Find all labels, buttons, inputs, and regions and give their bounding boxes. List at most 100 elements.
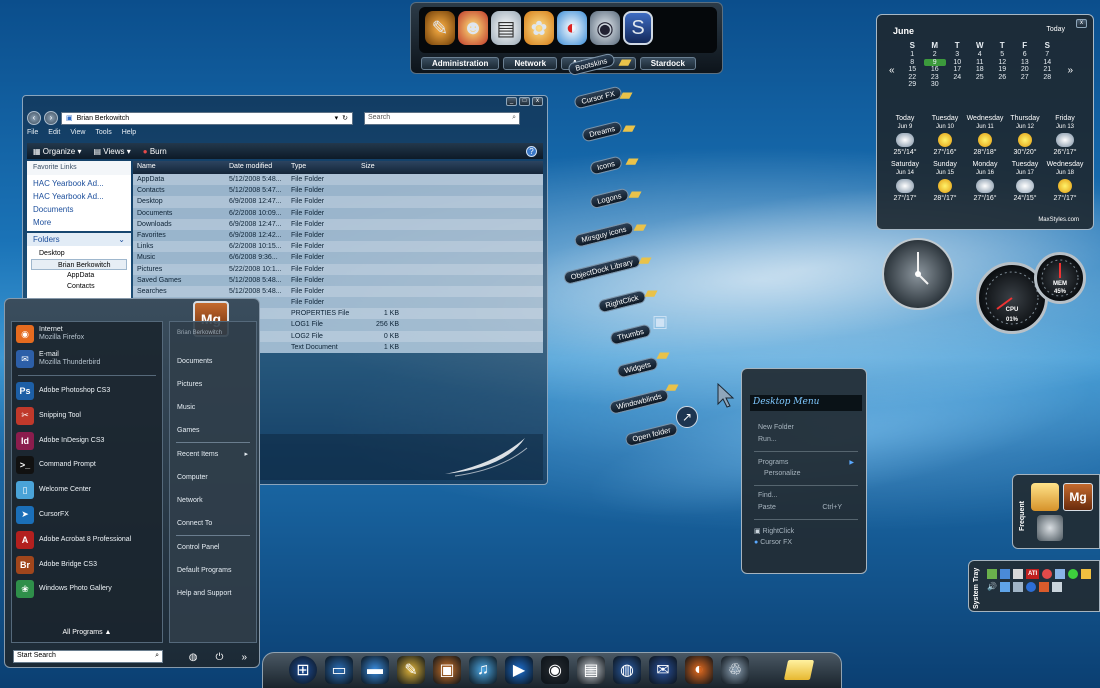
folders-header[interactable]: Folders ⌄ [27,233,131,246]
tray-icon[interactable] [1068,569,1079,579]
table-row[interactable]: Desktop 6/9/2008 12:47... File Folder [133,196,543,208]
start-right-item[interactable]: Music [170,396,256,419]
menu-file[interactable]: File [27,129,38,136]
volume-icon[interactable]: 🔊 [987,582,997,592]
fav-link-more[interactable]: More [33,216,125,229]
calendar-day[interactable]: 26 [991,74,1014,82]
fan-item-label[interactable]: Mirsguy icons [573,220,635,249]
folder-icon[interactable]: ▰ [653,345,673,365]
stardock-icon[interactable]: S [623,11,653,45]
forward-button[interactable]: › [44,111,58,125]
frequent-item-icon[interactable]: Mg [1063,483,1093,511]
start-right-item[interactable]: Recent Items ▸ [170,443,256,466]
folder-icon[interactable]: ▰ [625,184,645,204]
refresh-icon[interactable]: ↻ [342,114,348,122]
menu-edit[interactable]: Edit [48,129,60,136]
calendar-day[interactable]: 10 [946,59,969,67]
start-right-item[interactable]: Documents [170,350,256,373]
tree-item[interactable]: Contacts [31,281,127,292]
pencil-icon[interactable]: ✎ [397,656,425,684]
calendar-day[interactable]: 18 [969,66,992,74]
start-right-item[interactable]: Help and Support [170,582,256,605]
fan-item-label[interactable]: Open folder [624,421,679,448]
menu-item-new-folder[interactable]: New Folder [758,424,794,431]
menu-item-cursorfx[interactable]: ● Cursor FX [754,539,792,546]
views-button[interactable]: ▤ Views ▾ [94,147,131,156]
column-size[interactable]: Size [357,161,403,174]
start-orb-icon[interactable]: ⊞ [289,656,317,684]
tray-icon[interactable] [999,582,1010,592]
menu-item-programs[interactable]: Programs [758,459,788,466]
table-row[interactable]: AppData 5/12/2008 5:48... File Folder [133,174,543,186]
program-item[interactable]: >_ Command Prompt [12,453,162,478]
fan-item-label[interactable]: RightClick [597,289,647,314]
pen-tool-icon[interactable]: ✎ [425,11,455,45]
tray-icon[interactable] [1012,582,1023,592]
start-right-item[interactable]: Connect To [170,512,256,535]
thunderbird-icon[interactable]: ✉ [649,656,677,684]
start-right-item[interactable]: Default Programs [170,559,256,582]
documents-icon[interactable]: ▤ [491,11,521,45]
fan-item-label[interactable]: Thumbs [609,323,653,346]
power-icon[interactable]: ⏻ [216,652,224,663]
folder-icon[interactable]: ▰ [662,377,682,397]
minimize-button[interactable]: _ [506,97,517,106]
menu-view[interactable]: View [70,129,85,136]
program-item[interactable]: Ps Adobe Photoshop CS3 [12,379,162,404]
program-item[interactable]: ▯ Welcome Center [12,478,162,503]
folder-icon[interactable]: ▰ [641,283,661,303]
table-row[interactable]: Pictures 5/22/2008 10:1... File Folder [133,263,543,275]
table-row[interactable]: Contacts 5/12/2008 5:47... File Folder [133,185,543,197]
start-right-item[interactable]: Control Panel [170,536,256,559]
folder-icon[interactable] [783,660,815,680]
start-right-item[interactable]: Network [170,489,256,512]
globe-icon[interactable]: ◍ [613,656,641,684]
previous-month-button[interactable]: « [889,65,895,76]
sleep-icon[interactable]: ◍ [189,652,198,663]
calendar-day[interactable]: 12 [991,59,1014,67]
calendar-day[interactable]: 2 [924,51,947,59]
calendar-day[interactable]: 14 [1036,59,1059,67]
calendar-day[interactable]: 28 [1036,74,1059,82]
tab-stardock[interactable]: Stardock [639,57,696,70]
credit-text[interactable]: MaxStyles.com [1038,217,1079,223]
calendar-day[interactable]: 13 [1014,59,1037,67]
program-item[interactable]: Id Adobe InDesign CS3 [12,428,162,453]
maximize-button[interactable]: □ [519,97,530,106]
tray-icon[interactable] [1051,582,1062,592]
menu-item-find[interactable]: Find... [758,492,777,499]
folder-icon[interactable]: ▰ [630,217,650,237]
back-button[interactable]: ‹ [27,111,41,125]
close-button[interactable]: x [532,97,543,106]
program-item[interactable]: ◉ Internet Mozilla Firefox [12,322,162,347]
tray-icon[interactable] [1013,569,1023,579]
burn-button[interactable]: ● Burn [143,147,167,156]
today-button[interactable]: Today [1046,26,1065,33]
calendar-day[interactable]: 22 [901,74,924,82]
firefox-icon[interactable]: ◐ [685,656,713,684]
thumbs-icon[interactable]: ▣ [650,312,670,332]
media-player-icon[interactable]: ▶ [505,656,533,684]
table-row[interactable]: Favorites 6/9/2008 12:42... File Folder [133,229,543,242]
folder-icon[interactable]: ▰ [622,151,642,171]
calendar-day[interactable]: 15 [901,66,924,74]
chevron-right-icon[interactable]: » [241,652,247,663]
table-row[interactable]: Downloads 6/9/2008 12:47... File Folder [133,218,543,230]
column-name[interactable]: Name [133,161,225,174]
table-row[interactable]: Saved Games 5/12/2008 5:48... File Folder [133,274,543,286]
calendar-day[interactable]: 25 [969,74,992,82]
tray-icon[interactable] [1081,569,1092,579]
gadget-close-button[interactable]: x [1076,19,1087,28]
recycle-bin-icon[interactable]: ♲ [721,656,749,684]
calendar-day[interactable]: 7 [1036,51,1059,59]
calendar-day[interactable]: 5 [991,51,1014,59]
table-row[interactable]: Searches 5/12/2008 5:48... File Folder [133,285,543,298]
program-item[interactable]: ✂ Snipping Tool [12,403,162,428]
speedometer-icon[interactable]: ◉ [541,656,569,684]
printer-icon[interactable]: ▤ [577,656,605,684]
fan-item-label[interactable]: Logons [589,187,630,210]
fan-item-label[interactable]: Icons [588,155,624,176]
menu-tools[interactable]: Tools [95,129,111,136]
disc-icon[interactable]: ◉ [590,11,620,45]
menu-item-paste[interactable]: Paste [758,504,776,511]
